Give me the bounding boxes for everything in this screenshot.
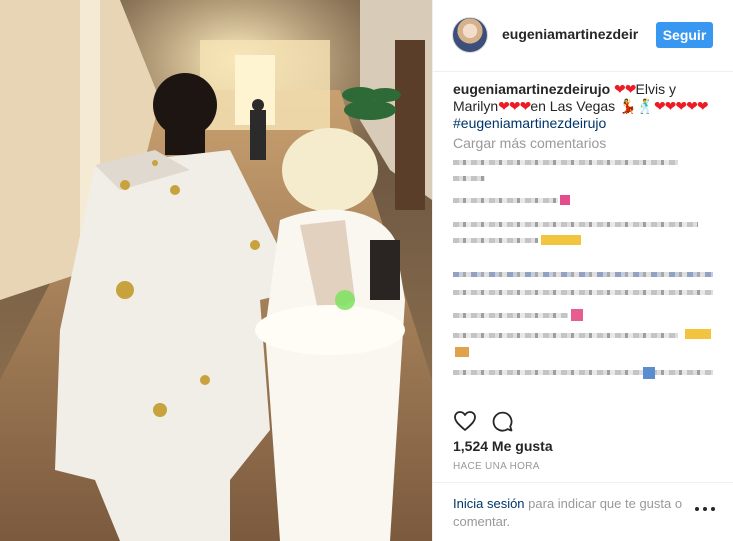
caption-hearts-2: ❤❤❤ bbox=[498, 98, 531, 114]
caption-text-2: Marilyn bbox=[453, 98, 499, 114]
comment-icon[interactable] bbox=[490, 409, 514, 433]
caption-dance-emoji: 💃🕺 bbox=[619, 98, 654, 114]
likes-count[interactable]: 1,524 Me gusta bbox=[453, 438, 553, 454]
pixelated-text bbox=[453, 290, 713, 295]
avatar[interactable] bbox=[452, 17, 488, 53]
emoji-icon bbox=[560, 195, 570, 205]
post-header: eugeniamartinezdeirujo Seguir bbox=[433, 0, 733, 72]
emoji-icon bbox=[571, 309, 583, 321]
follow-button[interactable]: Seguir bbox=[656, 22, 713, 48]
pixelated-text bbox=[453, 176, 485, 181]
load-more-comments[interactable]: Cargar más comentarios bbox=[453, 135, 606, 151]
pixelated-text bbox=[453, 333, 678, 338]
pixelated-text bbox=[453, 160, 678, 165]
heart-icon[interactable] bbox=[453, 409, 477, 433]
emoji-icon bbox=[455, 347, 469, 357]
post-photo[interactable] bbox=[0, 0, 432, 541]
more-options-icon[interactable] bbox=[695, 507, 715, 513]
pixelated-text bbox=[453, 198, 558, 203]
emoji-icon bbox=[643, 367, 655, 379]
post-footer: Inicia sesión para indicar que te gusta … bbox=[433, 482, 733, 541]
pixelated-text bbox=[453, 222, 698, 227]
photo-scene bbox=[0, 0, 432, 541]
instagram-post: eugeniamartinezdeirujo Seguir eugeniamar… bbox=[0, 0, 733, 541]
caption-text-3: en Las Vegas bbox=[530, 98, 616, 114]
pixelated-text bbox=[453, 370, 713, 375]
login-prompt: Inicia sesión para indicar que te gusta … bbox=[453, 495, 703, 531]
caption-hearts-1: ❤❤ bbox=[614, 81, 636, 97]
caption-username[interactable]: eugeniamartinezdeirujo bbox=[453, 81, 610, 97]
emoji-icon bbox=[685, 329, 711, 339]
emoji-icon bbox=[541, 235, 581, 245]
pixelated-text bbox=[453, 313, 568, 318]
caption-hashtag[interactable]: #eugeniamartinezdeirujo bbox=[453, 115, 606, 131]
post-side-panel: eugeniamartinezdeirujo Seguir eugeniamar… bbox=[432, 0, 733, 541]
pixelated-text bbox=[453, 238, 538, 243]
login-link[interactable]: Inicia sesión bbox=[453, 496, 525, 511]
header-username[interactable]: eugeniamartinezdeirujo bbox=[502, 26, 639, 42]
caption: eugeniamartinezdeirujo ❤❤Elvis y Marilyn… bbox=[453, 81, 723, 132]
caption-text-1: Elvis y bbox=[635, 81, 676, 97]
pixelated-text bbox=[453, 272, 713, 277]
caption-hearts-3: ❤❤❤❤❤ bbox=[653, 98, 709, 114]
post-timestamp[interactable]: HACE UNA HORA bbox=[453, 461, 540, 472]
